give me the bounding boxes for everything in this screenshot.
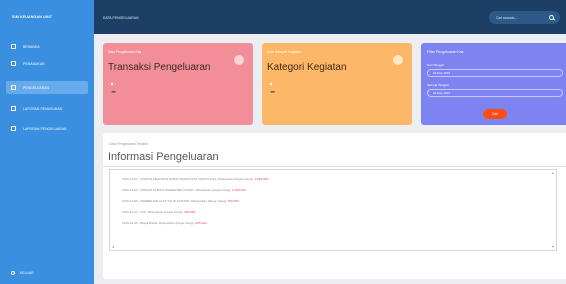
log-line: 2019-12-04 : HONOR PANITIA SEMESTER GANJ… [122, 188, 246, 192]
sidebar-item-beranda[interactable]: BERANDA [6, 40, 88, 53]
home-icon [11, 44, 16, 49]
sidebar-item-laporan-pemasukan[interactable]: LAPORAN PEMASUKAN [6, 102, 88, 115]
sidebar: SIM KEUANGAN UNIT BERANDA PEMASUKAN PENG… [0, 0, 94, 284]
to-date-value: 31 Des 2019 [433, 91, 451, 95]
scroll-up-arrow[interactable] [552, 172, 554, 174]
log-date: 2019-12-04 [122, 188, 138, 192]
brand[interactable]: SIM KEUANGAN UNIT [0, 0, 94, 34]
log-line: 2019-12-09 : PEMBELIAN ALAT TULIS KANTOR… [122, 199, 239, 203]
log-amount: 225.000 [195, 221, 207, 225]
log-text: HONOR PANITIA SEMESTER GANJIL. Dibayarka… [140, 188, 232, 192]
search-icon[interactable] [549, 14, 554, 20]
scroll-down-arrow[interactable] [552, 246, 554, 248]
log-amount: 750.000 [227, 199, 239, 203]
log-text: Biaya Rapat. Dibayarkan (bayar Uang): [140, 221, 195, 225]
filter-card: Filter Pengeluaran Kas Dari Tanggal 01 D… [421, 43, 566, 125]
kategori-kegiatan-card[interactable]: Data Kategori Kegiatan Kategori Kegiatan… [262, 43, 412, 125]
logout-button[interactable]: KELUAR [11, 271, 34, 275]
sidebar-item-label: LAPORAN PEMASUKAN [23, 106, 63, 111]
log-text: ATK. Dibayarkan (bayar Uang): [140, 210, 184, 214]
to-date-label: Sampai Tanggal [427, 83, 449, 87]
log-text: HONOR KEGIATAN RAPAT KERJA UNIT TAHUN 20… [140, 177, 254, 181]
log-amount: 1.400.000 [232, 188, 246, 192]
wallet-icon [11, 61, 16, 66]
search-button[interactable]: Cari [483, 109, 507, 119]
card-subtitle: Data Kategori Kegiatan [267, 50, 302, 54]
log-line: 2019-12-01 : HONOR KEGIATAN RAPAT KERJA … [122, 177, 269, 181]
report-icon [11, 106, 16, 111]
power-icon [11, 271, 15, 275]
card-title: Transaksi Pengeluaran [108, 62, 211, 73]
search-button-label: Cari [491, 112, 499, 116]
card-badge-icon [234, 55, 244, 65]
panel-subtitle: Data Pengeluaran Terakhir [109, 142, 149, 146]
from-date-value: 01 Des 2019 [433, 71, 451, 75]
panel-title: Informasi Pengeluaran [108, 151, 219, 163]
sidebar-item-pemasukan[interactable]: PEMASUKAN [6, 57, 88, 70]
brand-label: SIM KEUANGAN UNIT [12, 15, 53, 19]
log-amount: 1.250.000 [254, 177, 269, 181]
from-date-label: Dari Tanggal [427, 63, 444, 67]
filter-title: Filter Pengeluaran Kas [427, 50, 464, 54]
info-panel: Data Pengeluaran Terakhir Informasi Peng… [103, 133, 566, 279]
report-icon [11, 126, 16, 131]
expense-log[interactable]: 2019-12-01 : HONOR KEGIATAN RAPAT KERJA … [109, 169, 557, 251]
card-value: - [270, 83, 276, 100]
logout-label: KELUAR [20, 271, 34, 275]
log-line: 2019-12-15 : Biaya Rapat. Dibayarkan (ba… [122, 221, 207, 225]
sidebar-item-label: PEMASUKAN [23, 61, 45, 66]
card-title: Kategori Kegiatan [267, 62, 347, 73]
search-placeholder: Cari sesuatu... [496, 15, 518, 20]
card-value: - [111, 83, 117, 100]
sidebar-item-pengeluaran[interactable]: PENGELUARAN [6, 81, 88, 94]
transaksi-pengeluaran-card[interactable]: Data Pengeluaran Kas Transaksi Pengeluar… [103, 43, 253, 125]
divider [103, 166, 566, 167]
log-date: 2019-12-12 [122, 210, 138, 214]
sidebar-item-label: PENGELUARAN [23, 85, 50, 90]
search-input[interactable]: Cari sesuatu... [489, 11, 560, 24]
card-subtitle: Data Pengeluaran Kas [108, 50, 142, 54]
card-badge-icon [393, 55, 403, 65]
log-date: 2019-12-01 [122, 177, 138, 181]
sidebar-item-label: BERANDA [23, 44, 40, 49]
log-date: 2019-12-15 [122, 221, 138, 225]
log-date: 2019-12-09 [122, 199, 138, 203]
receipt-icon [11, 85, 16, 90]
topbar: DATA PENGELUARAN Cari sesuatu... [94, 0, 566, 34]
sidebar-item-label: LAPORAN PENGELUARAN [23, 126, 67, 131]
log-amount: 300.000 [184, 210, 196, 214]
scroll-left-arrow[interactable] [112, 246, 114, 248]
from-date-field[interactable]: 01 Des 2019 [427, 69, 563, 77]
log-line: 2019-12-12 : ATK. Dibayarkan (bayar Uang… [122, 210, 196, 214]
sidebar-item-laporan-pengeluaran[interactable]: LAPORAN PENGELUARAN [6, 122, 88, 135]
to-date-field[interactable]: 31 Des 2019 [427, 89, 563, 97]
page-title: DATA PENGELUARAN [103, 16, 139, 20]
log-text: PEMBELIAN ALAT TULIS KANTOR. Dibayarkan … [140, 199, 227, 203]
